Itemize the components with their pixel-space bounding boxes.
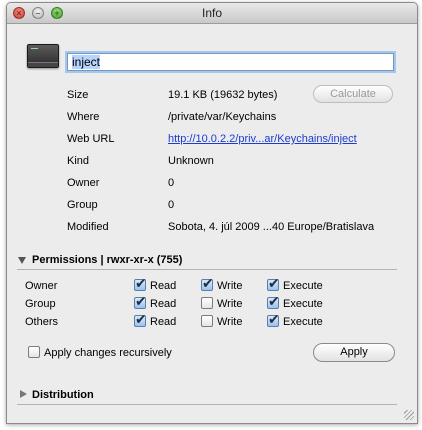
apply-recursively-checkbox[interactable] xyxy=(28,346,40,358)
where-label: Where xyxy=(67,111,100,123)
group-execute-label: Execute xyxy=(283,298,323,310)
permission-row-group-label: Group xyxy=(25,298,56,310)
permission-row-others-label: Others xyxy=(25,316,59,328)
title-bar[interactable]: × – + Info xyxy=(7,3,417,24)
web-url-label: Web URL xyxy=(67,133,115,145)
modified-label: Modified xyxy=(67,221,109,233)
distribution-disclosure-icon[interactable] xyxy=(20,390,27,398)
others-read-checkbox[interactable] xyxy=(134,312,147,328)
owner-execute-checkbox[interactable] xyxy=(267,276,280,292)
resize-grip-icon[interactable] xyxy=(404,410,414,420)
others-read-label: Read xyxy=(150,316,177,328)
group-write-label: Write xyxy=(217,298,243,310)
others-execute-checkbox[interactable] xyxy=(267,312,280,328)
owner-value: 0 xyxy=(168,177,175,189)
others-write-label: Write xyxy=(217,316,243,328)
web-url-link[interactable]: http://10.0.2.2/priv...ar/Keychains/inje… xyxy=(168,133,357,145)
group-read-label: Read xyxy=(150,298,177,310)
calculate-button[interactable]: Calculate xyxy=(313,85,393,103)
modified-value: Sobota, 4. júl 2009 ...40 Europe/Bratisl… xyxy=(168,221,375,233)
distribution-header[interactable]: Distribution xyxy=(32,389,94,401)
info-window: × – + Info inject Size 19.1 KB (19632 by… xyxy=(6,2,418,424)
permissions-disclosure-icon[interactable] xyxy=(18,257,26,264)
distribution-divider xyxy=(17,404,397,405)
kind-label: Kind xyxy=(67,155,90,167)
window-title: Info xyxy=(201,6,222,20)
apply-recursively-label: Apply changes recursively xyxy=(44,347,172,359)
apply-button[interactable]: Apply xyxy=(313,343,395,362)
owner-label: Owner xyxy=(67,177,100,189)
kind-value: Unknown xyxy=(168,155,214,167)
group-write-checkbox[interactable] xyxy=(201,297,213,309)
permission-row-owner-label: Owner xyxy=(25,280,58,292)
group-read-checkbox[interactable] xyxy=(134,294,147,310)
permissions-divider xyxy=(17,269,397,270)
filename-value: inject xyxy=(72,55,101,69)
others-write-checkbox[interactable] xyxy=(201,315,213,327)
owner-execute-label: Execute xyxy=(283,280,323,292)
group-value: 0 xyxy=(168,199,175,211)
size-value: 19.1 KB (19632 bytes) xyxy=(168,89,278,101)
where-value: /private/var/Keychains xyxy=(168,111,277,123)
owner-read-label: Read xyxy=(150,280,177,292)
filename-input[interactable]: inject xyxy=(67,53,394,71)
group-execute-checkbox[interactable] xyxy=(267,294,280,310)
owner-read-checkbox[interactable] xyxy=(134,276,147,292)
others-execute-label: Execute xyxy=(283,316,323,328)
size-label: Size xyxy=(67,89,89,101)
permissions-header[interactable]: Permissions | rwxr-xr-x (755) xyxy=(32,254,182,266)
file-icon xyxy=(27,44,59,68)
group-label: Group xyxy=(67,199,98,211)
owner-write-label: Write xyxy=(217,280,243,292)
owner-write-checkbox[interactable] xyxy=(201,276,214,292)
